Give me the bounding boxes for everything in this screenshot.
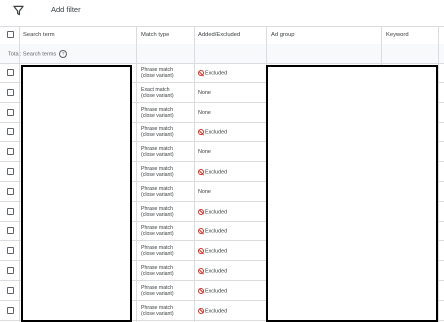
status-label: Excluded — [205, 308, 228, 315]
added-excluded-cell: Excluded — [198, 228, 228, 235]
match-type-cell: Phrase match (close variant) — [141, 67, 174, 79]
row-checkbox[interactable] — [7, 286, 14, 294]
added-excluded-cell: None — [198, 110, 211, 116]
excluded-icon — [198, 70, 204, 76]
row-checkbox[interactable] — [7, 227, 14, 235]
match-type-qualifier: (close variant) — [141, 231, 174, 238]
column-header-match-type[interactable]: Match type — [141, 32, 169, 38]
help-icon[interactable]: ? — [59, 50, 68, 58]
row-checkbox[interactable] — [7, 168, 14, 175]
added-excluded-cell: None — [198, 90, 211, 96]
column-header-keyword[interactable]: Keyword — [386, 32, 409, 38]
match-type-cell: Exact match (close variant) — [141, 87, 174, 99]
match-type-cell: Phrase match (close variant) — [141, 285, 174, 297]
status-label: Excluded — [205, 268, 228, 275]
match-type-cell: Phrase match (close variant) — [141, 265, 174, 277]
filter-bar: Add filter — [0, 0, 444, 22]
status-label: Excluded — [205, 288, 228, 295]
added-excluded-cell: Excluded — [198, 70, 227, 76]
match-type-qualifier: (close variant) — [141, 251, 174, 258]
match-type-label: Phrase match — [141, 304, 174, 311]
match-type-cell: Phrase match (close variant) — [141, 245, 174, 257]
status-label: Excluded — [205, 248, 228, 255]
column-header-ad-group[interactable]: Ad group — [271, 32, 295, 38]
match-type-cell: Phrase match (close variant) — [141, 206, 174, 218]
status-label: Excluded — [205, 129, 228, 136]
row-checkbox[interactable] — [7, 88, 14, 96]
row-checkbox[interactable] — [7, 207, 14, 215]
added-excluded-cell: Excluded — [198, 268, 227, 274]
added-excluded-cell: Excluded — [198, 307, 228, 315]
added-excluded-cell: Excluded — [198, 129, 228, 136]
excluded-icon — [198, 268, 204, 274]
totals-row: Total: Search terms? — [0, 44, 444, 64]
totals-label: Total: Search terms — [8, 51, 57, 58]
match-type-cell: Phrase match (close variant) — [141, 107, 174, 119]
status-label: None — [198, 89, 211, 96]
row-checkbox[interactable] — [7, 187, 14, 195]
excluded-icon — [198, 228, 204, 235]
excluded-icon — [198, 307, 204, 314]
match-type-qualifier: (close variant) — [141, 112, 174, 119]
row-checkbox[interactable] — [7, 306, 14, 314]
match-type-qualifier: (close variant) — [141, 191, 174, 198]
excluded-icon — [198, 287, 204, 294]
excluded-icon — [198, 208, 204, 215]
match-type-cell: Phrase match (close variant) — [141, 225, 174, 237]
match-type-qualifier: (close variant) — [141, 211, 174, 218]
match-type-cell: Phrase match (close variant) — [141, 146, 174, 158]
status-label: Excluded — [205, 169, 228, 176]
row-checkbox[interactable] — [7, 247, 14, 255]
match-type-label: Phrase match — [141, 284, 174, 291]
match-type-cell: Phrase match (close variant) — [141, 186, 174, 198]
match-type-qualifier: (close variant) — [141, 290, 174, 297]
status-label: None — [198, 149, 211, 156]
excluded-icon — [198, 129, 204, 136]
select-all-checkbox[interactable] — [7, 31, 14, 38]
added-excluded-cell: Excluded — [198, 287, 228, 295]
match-type-cell: Phrase match (close variant) — [141, 166, 174, 178]
match-type-qualifier: (close variant) — [141, 271, 174, 278]
row-checkbox[interactable] — [7, 128, 14, 136]
row-checkbox[interactable] — [7, 69, 14, 76]
table-header: Search term Match type Added/Excluded Ad… — [0, 26, 444, 45]
add-filter-link[interactable]: Add filter — [51, 5, 81, 14]
match-type-cell: Phrase match (close variant) — [141, 305, 174, 317]
redacted-search-terms — [21, 65, 132, 322]
status-label: None — [198, 188, 211, 195]
added-excluded-cell: Excluded — [198, 248, 228, 255]
match-type-label: Exact match — [141, 86, 170, 93]
status-label: Excluded — [205, 209, 228, 216]
match-type-qualifier: (close variant) — [141, 132, 174, 139]
match-type-label: Phrase match — [141, 205, 174, 212]
row-checkbox[interactable] — [7, 108, 14, 116]
match-type-label: Phrase match — [141, 106, 174, 113]
match-type-cell: Phrase match (close variant) — [141, 126, 174, 138]
added-excluded-cell: Excluded — [198, 169, 227, 175]
added-excluded-cell: None — [198, 149, 211, 155]
match-type-qualifier: (close variant) — [141, 310, 174, 317]
column-header-search-term[interactable]: Search term — [23, 32, 55, 38]
row-checkbox[interactable] — [7, 267, 14, 274]
match-type-label: Phrase match — [141, 185, 174, 192]
status-label: Excluded — [205, 228, 228, 235]
row-checkbox[interactable] — [7, 148, 14, 156]
status-label: Excluded — [205, 70, 228, 77]
match-type-qualifier: (close variant) — [141, 92, 174, 99]
match-type-qualifier: (close variant) — [141, 152, 174, 159]
filter-icon[interactable] — [13, 5, 24, 16]
column-header-added-excluded[interactable]: Added/Excluded — [198, 32, 240, 38]
match-type-qualifier: (close variant) — [141, 172, 174, 179]
excluded-icon — [198, 248, 204, 255]
excluded-icon — [198, 169, 204, 175]
added-excluded-cell: None — [198, 189, 211, 195]
redacted-ad-groups — [266, 65, 438, 322]
match-type-qualifier: (close variant) — [141, 73, 174, 80]
status-label: None — [198, 109, 211, 116]
added-excluded-cell: Excluded — [198, 208, 228, 216]
